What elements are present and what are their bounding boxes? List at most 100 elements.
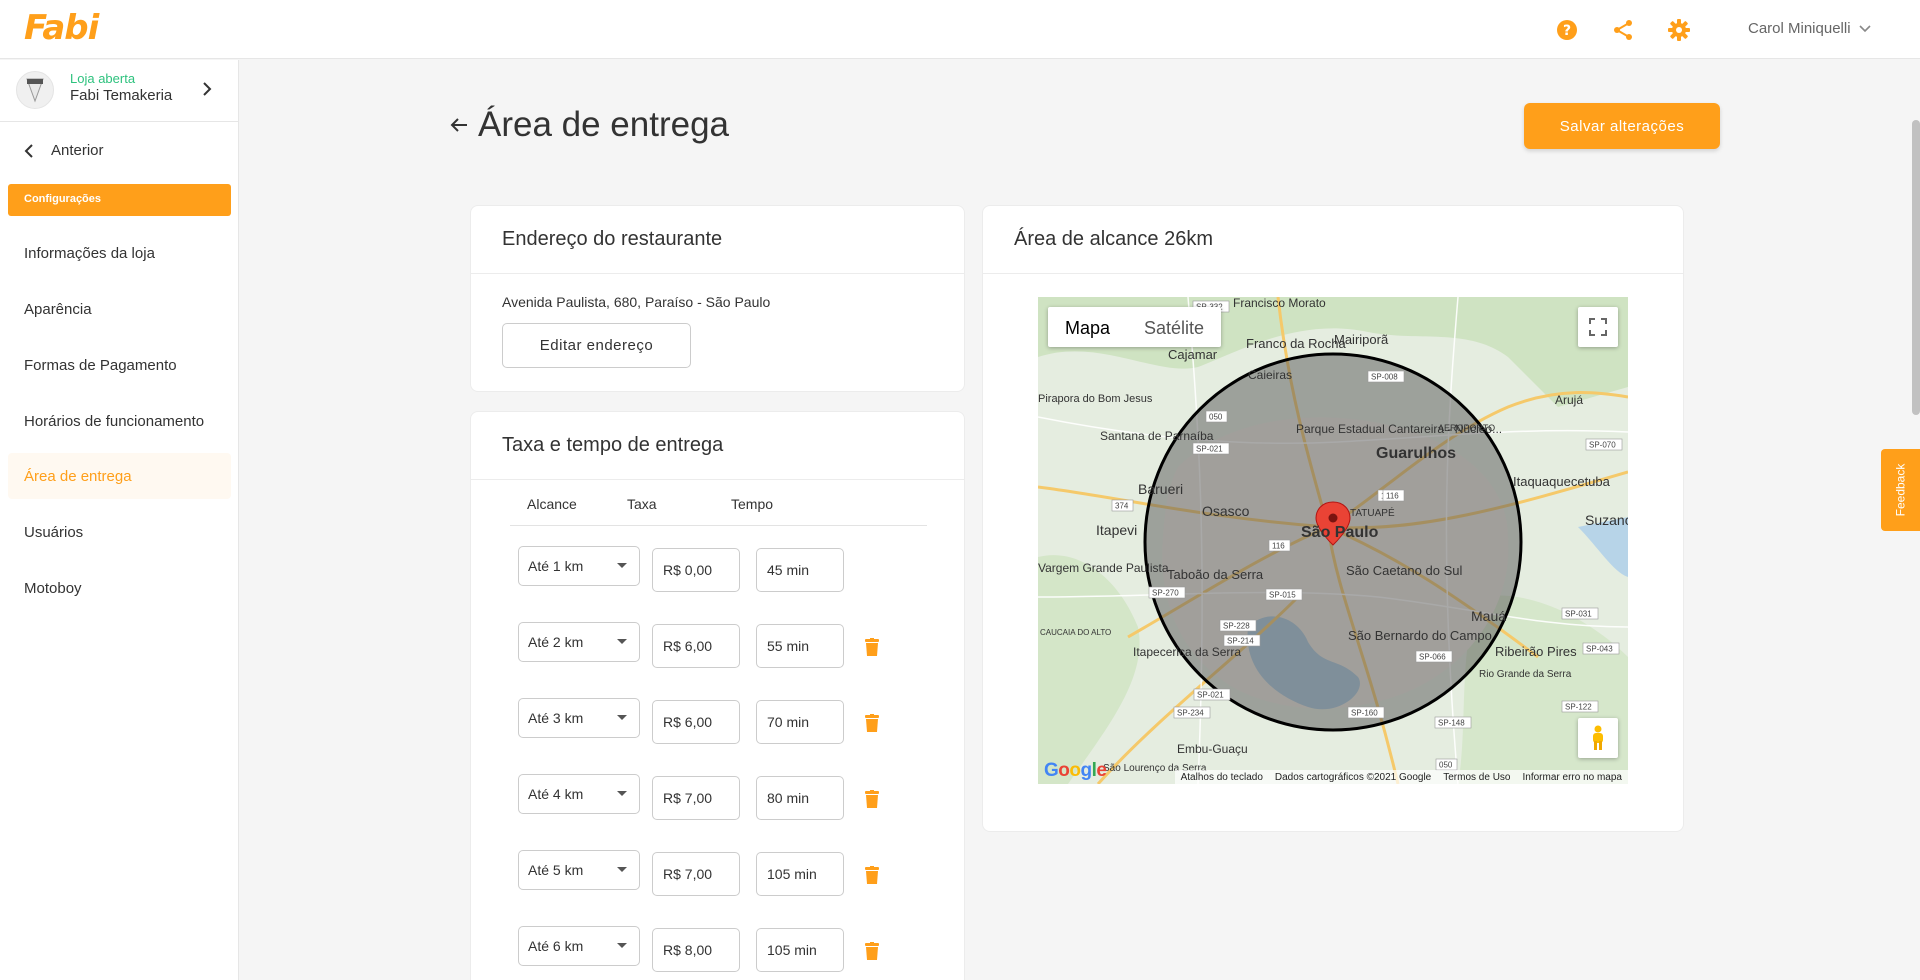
map-label-itapecerica: Itapecerica da Serra — [1133, 645, 1241, 659]
chevron-right-icon — [203, 82, 212, 96]
address-card-title: Endereço do restaurante — [471, 206, 964, 274]
sidebar-item-motoboy[interactable]: Motoboy — [8, 565, 231, 611]
range-value: Até 6 km — [528, 938, 584, 954]
report-error-link[interactable]: Informar erro no mapa — [1523, 772, 1623, 783]
road-shield-label: SP-214 — [1227, 637, 1254, 646]
restaurant-address: Avenida Paulista, 680, Paraíso - São Pau… — [502, 294, 771, 310]
sidebar-item-hours[interactable]: Horários de funcionamento — [8, 398, 231, 444]
range-value: Até 3 km — [528, 710, 584, 726]
map-label-sao-paulo: São Paulo — [1301, 524, 1379, 541]
range-select[interactable]: Até 1 km — [518, 546, 640, 586]
map-label-sao-caetano: São Caetano do Sul — [1346, 563, 1462, 578]
range-select[interactable]: Até 6 km — [518, 926, 640, 966]
range-select[interactable]: Até 2 km — [518, 622, 640, 662]
range-select[interactable]: Até 3 km — [518, 698, 640, 738]
sidebar-item-appearance[interactable]: Aparência — [8, 286, 231, 332]
terms-link[interactable]: Termos de Uso — [1443, 772, 1510, 783]
map-view[interactable]: São Paulo Guarulhos Osasco Barueri Itape… — [1038, 297, 1628, 784]
time-input[interactable]: 80 min — [756, 776, 844, 820]
caret-down-icon — [617, 791, 627, 796]
road-shield-label: SP-148 — [1438, 719, 1465, 728]
fee-input[interactable]: R$ 7,00 — [652, 776, 740, 820]
caret-down-icon — [617, 639, 627, 644]
store-name: Fabi Temakeria — [70, 87, 173, 104]
sidebar-item-delivery-area[interactable]: Área de entrega — [8, 453, 231, 499]
fee-input[interactable]: R$ 6,00 — [652, 624, 740, 668]
road-shield-label: SP-008 — [1371, 373, 1398, 382]
column-time: Tempo — [731, 496, 774, 512]
column-fee: Taxa — [627, 496, 657, 512]
trash-icon[interactable] — [865, 638, 879, 656]
fee-input[interactable]: R$ 6,00 — [652, 700, 740, 744]
trash-icon[interactable] — [865, 714, 879, 732]
fee-row: Até 5 km R$ 7,00 105 min — [518, 850, 918, 896]
map-canvas[interactable]: São Paulo Guarulhos Osasco Barueri Itape… — [1038, 297, 1628, 784]
fees-table-header: Alcance Taxa Tempo — [510, 496, 927, 526]
map-label-taboao: Taboão da Serra — [1167, 567, 1264, 582]
fee-row: Até 4 km R$ 7,00 80 min — [518, 774, 918, 820]
keyboard-shortcuts-link[interactable]: Atalhos do teclado — [1181, 772, 1263, 783]
map-label-itaqua: Itaquaquecetuba — [1513, 474, 1611, 489]
trash-icon[interactable] — [865, 790, 879, 808]
fee-input[interactable]: R$ 8,00 — [652, 928, 740, 972]
map-label-franco-line: Franco da Rocha — [1246, 336, 1346, 351]
back-link[interactable]: Anterior — [24, 142, 104, 159]
range-select[interactable]: Até 5 km — [518, 850, 640, 890]
sidebar-item-store-info[interactable]: Informações da loja — [8, 230, 231, 276]
fee-input[interactable]: R$ 7,00 — [652, 852, 740, 896]
road-shield-label: 116 — [1386, 492, 1399, 501]
time-input[interactable]: 105 min — [756, 928, 844, 972]
trash-icon[interactable] — [865, 942, 879, 960]
help-icon[interactable]: ? — [1555, 18, 1579, 42]
fee-input[interactable]: R$ 0,00 — [652, 548, 740, 592]
map-label-vargem: Vargem Grande Paulista — [1038, 561, 1169, 575]
edit-address-button[interactable]: Editar endereço — [502, 323, 691, 368]
map-label-itapevi: Itapevi — [1096, 522, 1137, 538]
road-shield-label: SP-270 — [1152, 589, 1179, 598]
store-switcher[interactable]: Loja aberta Fabi Temakeria — [0, 60, 239, 122]
map-label-cajamar: Cajamar — [1168, 347, 1218, 362]
page-scrollbar[interactable] — [1912, 120, 1920, 415]
map-label-suzano: Suzano — [1585, 512, 1628, 528]
sidebar-item-users[interactable]: Usuários — [8, 509, 231, 555]
save-changes-button[interactable]: Salvar alterações — [1524, 103, 1720, 149]
user-menu[interactable]: Carol Miniquelli — [1748, 20, 1871, 37]
map-label-embu: Embu-Guaçu — [1177, 742, 1248, 756]
map-type-control: Mapa Satélite — [1048, 307, 1222, 347]
caret-down-icon — [617, 943, 627, 948]
google-logo[interactable]: Google — [1044, 760, 1107, 782]
time-input[interactable]: 105 min — [756, 852, 844, 896]
feedback-tab[interactable]: Feedback — [1881, 449, 1920, 531]
map-label-caucaia: CAUCAIA DO ALTO — [1040, 628, 1111, 637]
address-card: Endereço do restaurante Avenida Paulista… — [470, 205, 965, 392]
sidebar-item-payment[interactable]: Formas de Pagamento — [8, 342, 231, 388]
fullscreen-icon[interactable] — [1578, 307, 1618, 347]
time-input[interactable]: 70 min — [756, 700, 844, 744]
gear-icon[interactable] — [1667, 18, 1691, 42]
map-label-franco: Franco da Rocha — [1246, 336, 1346, 351]
road-shield-label: SP-228 — [1223, 622, 1250, 631]
road-shield-label: SP-066 — [1419, 653, 1446, 662]
street-view-pegman-icon[interactable] — [1578, 718, 1618, 758]
page-header: Área de entrega — [450, 105, 729, 145]
fee-row: Até 2 km R$ 6,00 55 min — [518, 622, 918, 668]
time-input[interactable]: 55 min — [756, 624, 844, 668]
range-select[interactable]: Até 4 km — [518, 774, 640, 814]
map-type-satellite-button[interactable]: Satélite — [1127, 307, 1221, 347]
chevron-down-icon — [1858, 24, 1871, 32]
back-label: Anterior — [51, 142, 104, 159]
map-type-map-button[interactable]: Mapa — [1048, 307, 1127, 347]
trash-icon[interactable] — [865, 866, 879, 884]
arrow-left-icon[interactable] — [450, 117, 468, 133]
store-avatar — [16, 71, 54, 109]
road-shield-label: 050 — [1209, 413, 1223, 422]
road-shield-label: SP-043 — [1586, 645, 1613, 654]
map-label-aruja: Arujá — [1555, 393, 1583, 407]
map-label-pirapora: Pirapora do Bom Jesus — [1038, 393, 1153, 405]
share-icon[interactable] — [1611, 18, 1635, 42]
store-status: Loja aberta — [70, 71, 136, 86]
app-logo[interactable]: Fabi — [24, 8, 99, 48]
caret-down-icon — [617, 563, 627, 568]
user-name: Carol Miniquelli — [1748, 20, 1851, 37]
time-input[interactable]: 45 min — [756, 548, 844, 592]
